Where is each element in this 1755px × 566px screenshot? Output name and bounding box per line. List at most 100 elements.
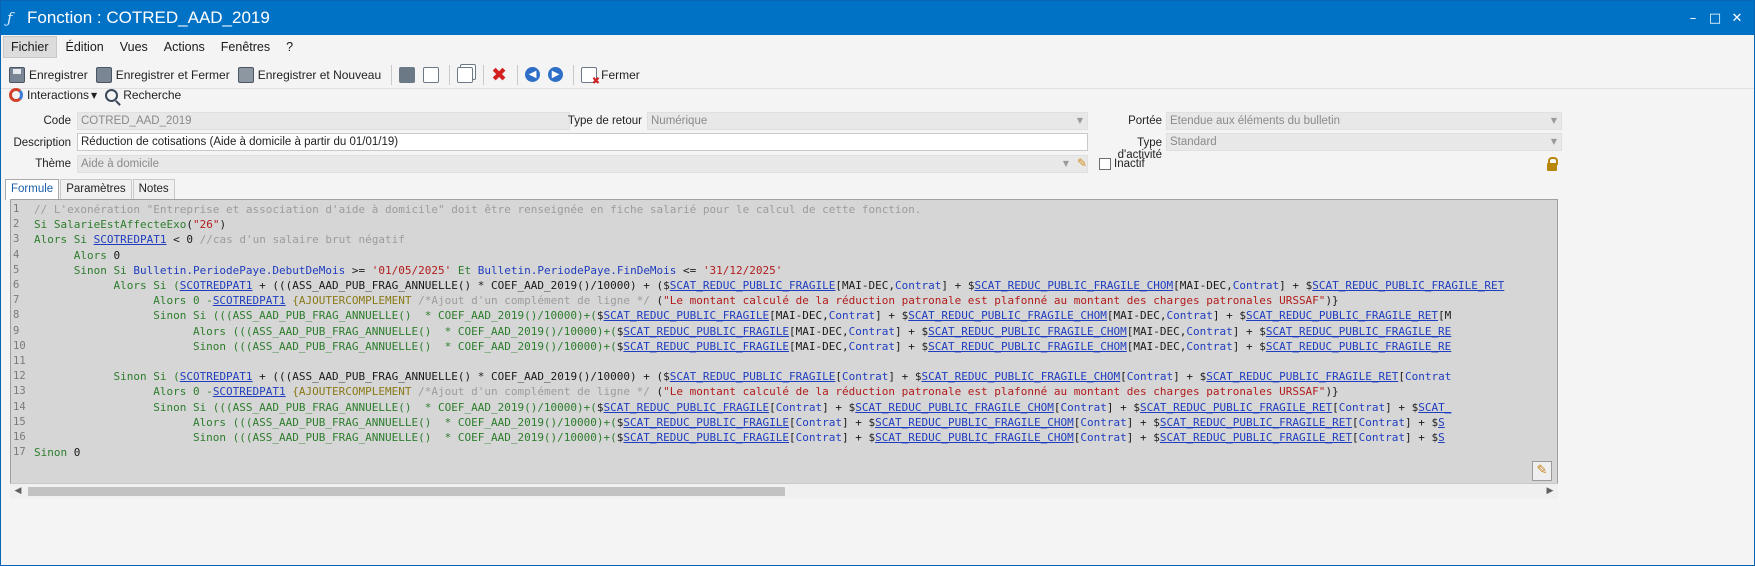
line-number: 12 bbox=[13, 370, 26, 383]
interactions-icon bbox=[9, 88, 23, 102]
save-new-button[interactable]: Enregistrer et Nouveau bbox=[237, 66, 381, 83]
toolbar-separator bbox=[449, 64, 451, 85]
code-text: Alors 0 bbox=[34, 248, 120, 263]
code-token: + (((ASS_AAD_PUB_FRAG_ANNUELLE() * COEF_… bbox=[252, 370, 664, 384]
restore-button[interactable]: □ bbox=[1704, 11, 1726, 26]
scroll-right-icon[interactable]: ▶ bbox=[1542, 484, 1558, 499]
secondary-toolbar: Interactions ▼ Recherche bbox=[1, 84, 1754, 106]
search-button[interactable]: Recherche bbox=[105, 88, 181, 102]
minimize-button[interactable]: – bbox=[1682, 11, 1704, 26]
save-close-button[interactable]: Enregistrer et Fermer bbox=[95, 66, 230, 83]
code-token: Sinon Si (((ASS_AAD_PUB_FRAG_ANNUELLE() … bbox=[34, 309, 597, 323]
function-window: ƒ Fonction : COTRED_AAD_2019 – □ ✕ Fichi… bbox=[0, 0, 1755, 566]
code-token: {AJOUTERCOMPLEMENT bbox=[285, 294, 419, 308]
save-new-icon bbox=[237, 66, 254, 83]
scope-select[interactable]: Etendue aux éléments du bulletin ▼ bbox=[1166, 112, 1562, 130]
code-text: Alors 0 -SCOTREDPAT1 {AJOUTERCOMPLEMENT … bbox=[34, 293, 1338, 308]
toolbar-separator bbox=[483, 64, 485, 85]
save-label: Enregistrer bbox=[29, 67, 88, 82]
search-icon bbox=[105, 88, 119, 102]
return-type-select[interactable]: Numérique ▼ bbox=[647, 112, 1088, 130]
interactions-dropdown[interactable]: Interactions ▼ bbox=[9, 88, 97, 102]
menu-help[interactable]: ? bbox=[279, 36, 300, 58]
print-button[interactable] bbox=[399, 66, 419, 83]
code-token: Sinon Si (((ASS_AAD_PUB_FRAG_ANNUELLE() … bbox=[34, 400, 597, 414]
arrow-left-icon: ◀ bbox=[525, 67, 541, 82]
code-token: Contrat bbox=[795, 415, 842, 429]
scroll-left-icon[interactable]: ◀ bbox=[10, 484, 26, 499]
code-token: /*Ajout d'un complément de ligne */ bbox=[418, 294, 650, 308]
chevron-down-icon: ▼ bbox=[1076, 116, 1083, 125]
code-token: SCOTREDPAT1 bbox=[179, 370, 253, 384]
tab-formule[interactable]: Formule bbox=[5, 179, 60, 200]
inactive-checkbox[interactable] bbox=[1099, 158, 1111, 170]
code-token: "26" bbox=[192, 218, 220, 232]
code-token: Sinon (((ASS_AAD_PUB_FRAG_ANNUELLE() * C… bbox=[34, 431, 617, 444]
code-token: SCAT_REDUC_PUBLIC_FRAGILE bbox=[603, 400, 770, 414]
function-icon: ƒ bbox=[7, 9, 13, 27]
code-token: ] + $ bbox=[1385, 400, 1419, 414]
line-number: 6 bbox=[13, 279, 20, 291]
edit-formula-icon[interactable]: ✎ bbox=[1532, 461, 1552, 481]
code-field[interactable]: COTRED_AAD_2019 bbox=[77, 112, 570, 130]
tab-parametres[interactable]: Paramètres bbox=[60, 179, 132, 199]
theme-value: Aide à domicile bbox=[81, 158, 159, 170]
edit-theme-icon[interactable]: ✎ bbox=[1077, 156, 1087, 170]
line-number: 11 bbox=[13, 355, 26, 367]
activity-type-select[interactable]: Standard ▼ bbox=[1166, 133, 1562, 151]
scope-value: Etendue aux éléments du bulletin bbox=[1170, 115, 1341, 127]
code-token: $ bbox=[663, 279, 670, 292]
code-token: Alors (((ASS_AAD_PUB_FRAG_ANNUELLE() * C… bbox=[34, 324, 617, 338]
code-token: ] + $ bbox=[1404, 415, 1439, 429]
menu-vues[interactable]: Vues bbox=[113, 36, 155, 58]
toolbar-separator bbox=[391, 64, 393, 85]
next-button[interactable]: ▶ bbox=[548, 67, 567, 82]
code-token: Bulletin.PeriodePaye.FinDeMois bbox=[477, 263, 677, 277]
menu-actions[interactable]: Actions bbox=[157, 36, 212, 58]
code-token: ( bbox=[649, 294, 664, 308]
print-preview-button[interactable] bbox=[423, 66, 443, 83]
code-token: [ bbox=[1053, 400, 1061, 414]
menu-edition[interactable]: Édition bbox=[59, 36, 111, 58]
description-field[interactable]: Réduction de cotisations (Aide à domicil… bbox=[77, 133, 1088, 151]
code-token: $ bbox=[596, 309, 604, 323]
code-token: Contrat bbox=[848, 339, 895, 353]
code-token: Sinon (((ASS_AAD_PUB_FRAG_ANNUELLE() * C… bbox=[34, 339, 617, 353]
close-button[interactable]: Fermer bbox=[581, 66, 640, 87]
code-token: ] + $ bbox=[894, 339, 929, 353]
horizontal-scrollbar[interactable]: ◀ ▶ bbox=[10, 483, 1558, 499]
line-number: 15 bbox=[13, 415, 26, 428]
code-token: // L'exonération "Entreprise et associat… bbox=[34, 203, 922, 216]
code-token: Contrat bbox=[775, 400, 823, 414]
close-label: Fermer bbox=[601, 67, 640, 82]
inactive-label: Inactif bbox=[1114, 158, 1145, 170]
close-window-button[interactable]: ✕ bbox=[1726, 11, 1748, 26]
code-token: ( bbox=[649, 385, 664, 399]
save-close-label: Enregistrer et Fermer bbox=[115, 67, 230, 82]
code-token: SCAT_REDUC_PUBLIC_FRAGILE bbox=[669, 370, 836, 384]
code-token: ) bbox=[219, 218, 227, 232]
code-text: Sinon (((ASS_AAD_PUB_FRAG_ANNUELLE() * C… bbox=[34, 430, 1445, 445]
scope-label: Portée bbox=[1128, 115, 1162, 127]
code-token: "Le montant calculé de la réduction patr… bbox=[663, 294, 1326, 308]
code-token: Contrat bbox=[842, 370, 889, 384]
save-close-icon bbox=[95, 66, 112, 83]
menu-fenetres[interactable]: Fenêtres bbox=[214, 36, 277, 58]
line-number: 7 bbox=[13, 294, 20, 307]
line-number: 14 bbox=[13, 400, 26, 413]
save-button[interactable]: Enregistrer bbox=[9, 66, 88, 83]
code-token: SCAT_REDUC_PUBLIC_FRAGILE_CHOM bbox=[875, 415, 1074, 429]
scrollbar-thumb[interactable] bbox=[28, 487, 785, 496]
tab-notes[interactable]: Notes bbox=[132, 179, 175, 199]
lock-icon[interactable] bbox=[1547, 157, 1558, 171]
code-token: ] + $ bbox=[894, 324, 929, 338]
menu-fichier[interactable]: Fichier bbox=[3, 36, 57, 58]
code-token: Alors (((ASS_AAD_PUB_FRAG_ANNUELLE() * C… bbox=[34, 415, 617, 429]
code-token: Alors bbox=[34, 248, 114, 262]
code-token: Contrat bbox=[1060, 400, 1107, 414]
delete-button[interactable]: ✖ bbox=[491, 65, 511, 84]
theme-select[interactable]: Aide à domicile ▼ bbox=[77, 155, 1088, 173]
duplicate-button[interactable] bbox=[457, 66, 477, 83]
formula-editor[interactable]: 1 // L'exonération "Entreprise et associa… bbox=[10, 199, 1558, 499]
previous-button[interactable]: ◀ bbox=[525, 67, 544, 82]
